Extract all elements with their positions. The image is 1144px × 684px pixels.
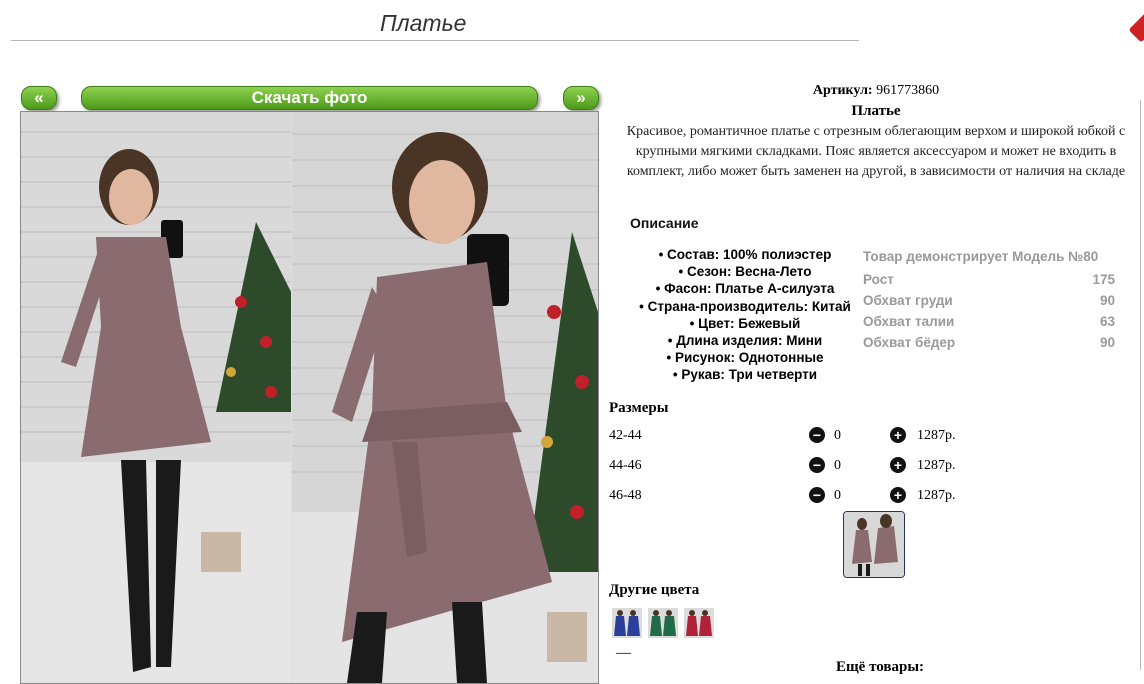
model-row-value: 63 bbox=[1099, 314, 1115, 329]
model-row-value: 90 bbox=[1099, 335, 1115, 350]
color-thumbnail-green[interactable] bbox=[648, 608, 678, 638]
model-measurements: Товар демонстрирует Модель №80 Рост 175 … bbox=[863, 247, 1115, 353]
spec-item: Длина изделия: Мини bbox=[610, 332, 880, 349]
model-row-value: 175 bbox=[1092, 272, 1115, 287]
spec-list: Состав: 100% полиэстер Сезон: Весна-Лето… bbox=[610, 246, 880, 384]
sizes-heading: Размеры bbox=[609, 400, 669, 416]
size-label: 42-44 bbox=[609, 428, 642, 443]
size-price: 1287р. bbox=[917, 488, 956, 503]
spec-item: Рисунок: Однотонные bbox=[610, 349, 880, 366]
model-row-value: 90 bbox=[1099, 293, 1115, 308]
spec-item: Страна-производитель: Китай bbox=[610, 298, 880, 315]
size-row: 44-46 − 0 + 1287р. bbox=[609, 456, 1029, 476]
size-row: 42-44 − 0 + 1287р. bbox=[609, 426, 1029, 446]
minus-icon[interactable]: − bbox=[809, 457, 825, 473]
download-photo-button[interactable]: Скачать фото bbox=[81, 86, 538, 110]
spec-item: Состав: 100% полиэстер bbox=[610, 246, 880, 263]
model-heading: Товар демонстрирует Модель №80 bbox=[863, 249, 1099, 264]
more-products-heading: Ещё товары: bbox=[836, 659, 925, 675]
size-price: 1287р. bbox=[917, 458, 956, 473]
model-row: Рост 175 bbox=[863, 269, 1115, 290]
minus-icon[interactable]: − bbox=[809, 487, 825, 503]
article-label: Артикул: bbox=[812, 83, 873, 98]
minus-icon[interactable]: − bbox=[809, 427, 825, 443]
model-row: Обхват бёдер 90 bbox=[863, 332, 1115, 353]
product-name: Платье bbox=[851, 103, 901, 119]
title-divider bbox=[11, 40, 859, 41]
model-row-label: Обхват бёдер bbox=[863, 335, 956, 350]
size-price: 1287р. bbox=[917, 428, 956, 443]
separator-dash: — bbox=[616, 645, 631, 661]
product-photo-full[interactable] bbox=[21, 112, 291, 683]
next-photo-button[interactable]: » bbox=[563, 86, 599, 110]
model-row-label: Рост bbox=[863, 272, 894, 287]
model-row: Обхват груди 90 bbox=[863, 290, 1115, 311]
size-label: 44-46 bbox=[609, 458, 642, 473]
product-photo-closeup[interactable] bbox=[292, 112, 598, 683]
product-description: Красивое, романтичное платье с отрезным … bbox=[626, 124, 1126, 179]
size-quantity: 0 bbox=[834, 428, 841, 443]
spec-item: Сезон: Весна-Лето bbox=[610, 263, 880, 280]
color-thumbnail-blue[interactable] bbox=[612, 608, 642, 638]
prev-photo-button[interactable]: « bbox=[21, 86, 57, 110]
plus-icon[interactable]: + bbox=[890, 487, 906, 503]
spec-item: Фасон: Платье А-силуэта bbox=[610, 280, 880, 297]
corner-icon[interactable] bbox=[1128, 11, 1144, 43]
size-quantity: 0 bbox=[834, 458, 841, 473]
page-title: Платье bbox=[380, 10, 467, 36]
article-number: 961773860 bbox=[876, 83, 940, 98]
description-heading: Описание bbox=[630, 215, 699, 231]
plus-icon[interactable]: + bbox=[890, 457, 906, 473]
plus-icon[interactable]: + bbox=[890, 427, 906, 443]
spec-item: Цвет: Бежевый bbox=[610, 315, 880, 332]
size-row: 46-48 − 0 + 1287р. bbox=[609, 486, 1029, 506]
spec-item: Рукав: Три четверти bbox=[610, 366, 880, 383]
size-quantity: 0 bbox=[834, 488, 841, 503]
scrollbar-track[interactable] bbox=[1140, 100, 1141, 670]
model-row-label: Обхват груди bbox=[863, 293, 953, 308]
article-line: Артикул: 961773860 bbox=[609, 83, 1143, 99]
model-row: Обхват талии 63 bbox=[863, 311, 1115, 332]
product-photo-frame bbox=[20, 111, 599, 684]
color-thumbnail-red[interactable] bbox=[684, 608, 714, 638]
size-label: 46-48 bbox=[609, 488, 642, 503]
product-thumbnail[interactable] bbox=[843, 511, 905, 578]
other-colors-heading: Другие цвета bbox=[609, 582, 700, 598]
model-row-label: Обхват талии bbox=[863, 314, 955, 329]
